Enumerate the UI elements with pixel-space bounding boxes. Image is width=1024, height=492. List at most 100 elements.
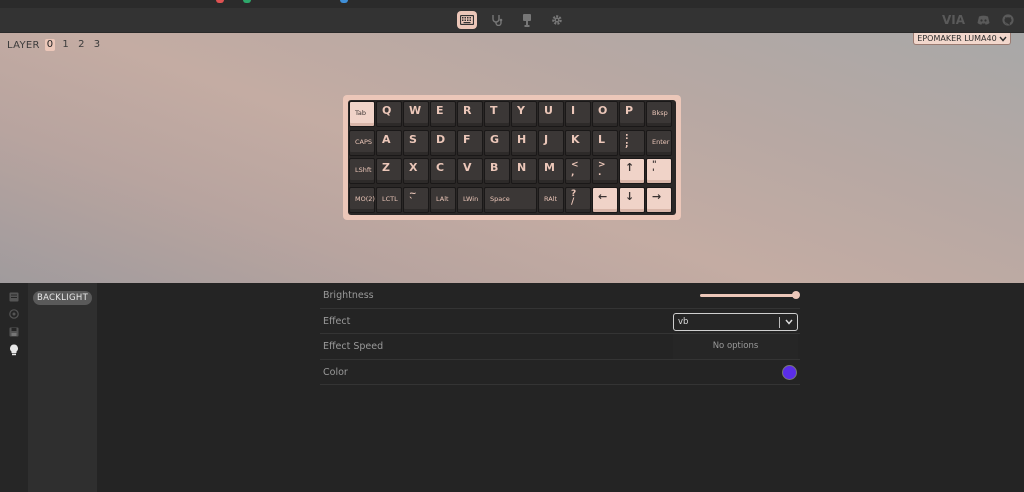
discord-icon[interactable] [977, 15, 990, 25]
brightness-slider[interactable] [700, 291, 800, 299]
key-r2-c2[interactable]: X [403, 158, 429, 184]
key-r0-c11[interactable]: Bksp [646, 101, 672, 127]
device-name: EPOMAKER LUMA40 [917, 34, 997, 43]
key-r1-c5[interactable]: G [484, 129, 510, 156]
layer-3-button[interactable]: 3 [92, 39, 103, 51]
key-legend: CAPS [355, 137, 373, 146]
usb-icon[interactable] [517, 11, 537, 29]
key-legend-bottom: ' [652, 168, 655, 178]
key-r3-c7[interactable]: ? / [565, 186, 591, 213]
key-r1-c0[interactable]: CAPS [349, 129, 375, 156]
stethoscope-icon[interactable] [487, 11, 507, 29]
key-r0-c7[interactable]: U [538, 101, 564, 127]
key-r0-c8[interactable]: I [565, 101, 591, 127]
color-picker-swatch[interactable] [782, 364, 797, 380]
key-r3-c3[interactable]: LAlt [430, 186, 456, 213]
via-logo[interactable]: VIA [942, 13, 965, 27]
effect-select[interactable] [673, 312, 798, 331]
github-icon[interactable] [1002, 14, 1014, 26]
keyboard-keys: Tab Q W E R T Y U I O P Bksp CAPS A S D F G H J K L:; Enter LSh… [348, 100, 676, 215]
effect-row: Effect [320, 309, 800, 334]
key-r2-c3[interactable]: C [430, 158, 456, 184]
key-r2-c11[interactable]: " ' [646, 158, 672, 184]
key-r2-c5[interactable]: B [484, 158, 510, 184]
key-legend: Y [517, 104, 525, 117]
key-legend: Space [490, 194, 510, 203]
macro-icon[interactable] [8, 308, 20, 320]
key-r1-c4[interactable]: F [457, 129, 483, 156]
key-r3-c8[interactable]: ← [592, 186, 618, 213]
key-legend-bottom: ; [625, 139, 629, 150]
key-r3-c9[interactable]: ↓ [619, 186, 645, 213]
backlight-tab[interactable]: BACKLIGHT [33, 291, 92, 305]
key-r0-c1[interactable]: Q [376, 101, 402, 127]
key-r3-c4[interactable]: LWin [457, 186, 483, 213]
key-r3-c1[interactable]: LCTL [376, 186, 402, 213]
key-r1-c10[interactable]: :; [619, 129, 645, 156]
key-r3-c2[interactable]: ~ ` [403, 186, 429, 213]
key-r1-c8[interactable]: K [565, 129, 591, 156]
layer-0-button[interactable]: 0 [44, 39, 56, 51]
key-r3-c6[interactable]: RAlt [538, 186, 564, 213]
key-r3-c5[interactable]: Space [484, 186, 537, 213]
key-r0-c4[interactable]: R [457, 101, 483, 127]
key-r2-c1[interactable]: Z [376, 158, 402, 184]
key-r1-c7[interactable]: J [538, 129, 564, 156]
key-r1-c2[interactable]: S [403, 129, 429, 156]
key-r1-c11[interactable]: Enter [646, 129, 672, 156]
keymap-icon[interactable] [8, 291, 20, 303]
key-legend: ← [598, 189, 608, 203]
device-selector[interactable]: EPOMAKER LUMA40 [913, 33, 1011, 45]
keyboard-icon[interactable] [457, 11, 477, 29]
key-legend: T [490, 104, 498, 117]
key-r0-c5[interactable]: T [484, 101, 510, 127]
key-r1-c3[interactable]: D [430, 129, 456, 156]
key-r3-c0[interactable]: MO(2) [349, 186, 375, 213]
key-r2-c10[interactable]: ↑ [619, 158, 645, 184]
color-label: Color [323, 366, 348, 378]
effect-speed-label: Effect Speed [323, 341, 384, 352]
key-r2-c7[interactable]: M [538, 158, 564, 184]
lightbulb-icon[interactable] [8, 344, 20, 356]
key-r1-c9[interactable]: L [592, 129, 618, 156]
gear-icon[interactable] [547, 11, 567, 29]
save-icon[interactable] [8, 326, 20, 338]
key-r3-c10[interactable]: → [646, 186, 672, 213]
key-r2-c9[interactable]: >. [592, 158, 618, 184]
effect-dropdown-menu: No options [673, 334, 798, 359]
side-menu [0, 283, 28, 492]
key-r0-c2[interactable]: W [403, 101, 429, 127]
keyboard-frame: Tab Q W E R T Y U I O P Bksp CAPS A S D F G H J K L:; Enter LSh… [343, 95, 681, 220]
key-legend: U [544, 104, 553, 117]
key-legend: R [463, 104, 472, 117]
brightness-slider-thumb[interactable] [792, 291, 800, 299]
key-r0-c10[interactable]: P [619, 101, 645, 127]
key-r2-c4[interactable]: V [457, 158, 483, 184]
key-legend-bottom: . [598, 168, 602, 178]
key-r0-c0[interactable]: Tab [349, 101, 375, 127]
key-r2-c0[interactable]: LShft [349, 158, 375, 184]
brightness-label: Brightness [323, 290, 374, 301]
key-r1-c6[interactable]: H [511, 129, 537, 156]
key-r0-c6[interactable]: Y [511, 101, 537, 127]
key-legend: M [544, 161, 555, 174]
key-r2-c8[interactable]: <, [565, 158, 591, 184]
key-r1-c1[interactable]: A [376, 129, 402, 156]
layer-label: LAYER [7, 39, 40, 51]
key-r2-c6[interactable]: N [511, 158, 537, 184]
key-r0-c9[interactable]: O [592, 101, 618, 127]
key-legend: Q [382, 104, 392, 117]
layer-2-button[interactable]: 2 [76, 39, 87, 51]
top-menu-bar: VIA [0, 8, 1024, 33]
chevron-down-icon [999, 36, 1007, 42]
key-legend: LShft [355, 166, 372, 174]
chevron-down-icon[interactable] [782, 315, 796, 329]
key-legend: ↑ [625, 161, 635, 174]
effect-search-input[interactable] [678, 315, 774, 328]
select-separator [779, 316, 780, 328]
layer-selector: LAYER 0 1 2 3 [7, 39, 102, 51]
key-legend: ↓ [625, 189, 635, 203]
layer-1-button[interactable]: 1 [60, 39, 71, 51]
key-legend: N [517, 161, 527, 174]
key-r0-c3[interactable]: E [430, 101, 456, 127]
